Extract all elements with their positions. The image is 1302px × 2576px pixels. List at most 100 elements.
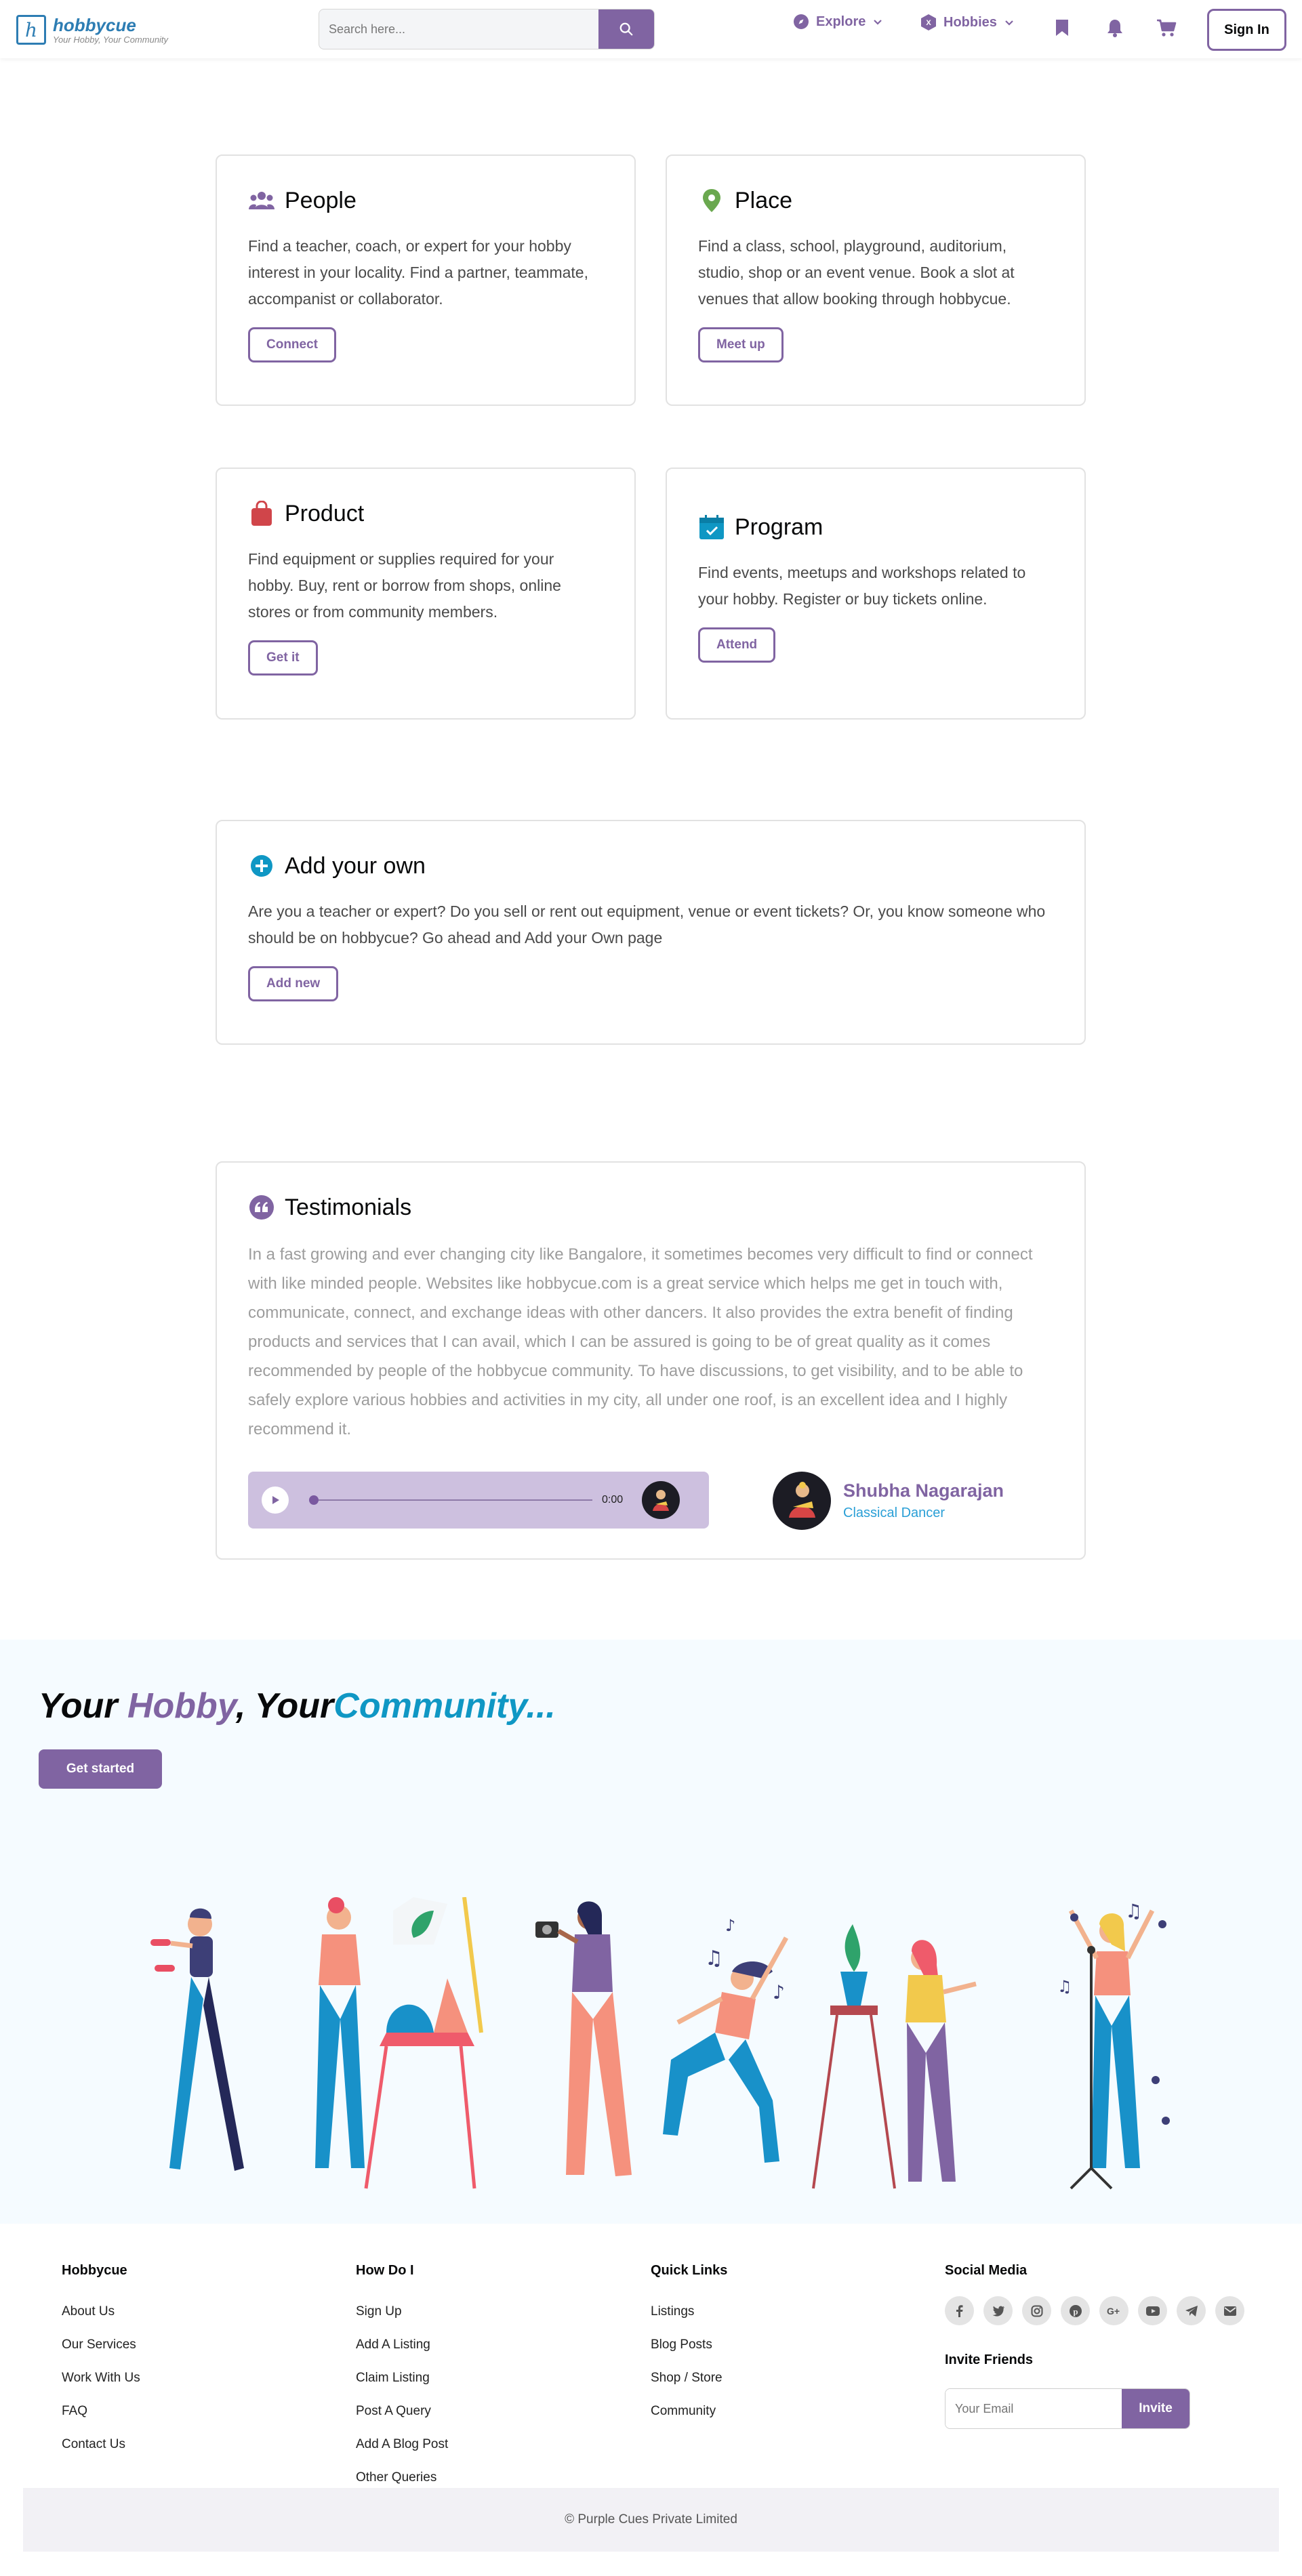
logo-tagline: Your Hobby, Your Community <box>53 34 169 45</box>
invite-heading: Invite Friends <box>945 2352 1034 2367</box>
audio-avatar <box>642 1481 680 1519</box>
footer-link[interactable]: Contact Us <box>62 2437 140 2470</box>
product-title: Product <box>285 500 365 526</box>
footer-heading: Social Media <box>945 2263 1028 2278</box>
svg-text:♫: ♫ <box>705 1947 723 1970</box>
connect-button[interactable]: Connect <box>248 327 336 362</box>
search-icon <box>619 22 633 36</box>
footer-heading: Hobbycue <box>62 2263 127 2278</box>
footer-link[interactable]: Our Services <box>62 2338 140 2371</box>
footer-link[interactable]: Shop / Store <box>651 2371 727 2404</box>
footer-link[interactable]: Add A Blog Post <box>356 2437 448 2470</box>
play-icon <box>272 1496 279 1504</box>
hobbies-illustration: ♫ ♪ ♪ ♫ ♫ <box>150 1897 1170 2190</box>
facebook-icon[interactable] <box>945 2296 974 2325</box>
instagram-icon[interactable] <box>1022 2296 1051 2325</box>
add-circle-icon <box>251 855 272 877</box>
add-your-own-description: Are you a teacher or expert? Do you sell… <box>248 902 1046 947</box>
search-button[interactable] <box>598 9 654 49</box>
hero-section: Your Hobby, YourCommunity... Get started <box>0 1640 1302 2224</box>
top-header: h hobbycue Your Hobby, Your Community Ex… <box>0 0 1302 58</box>
footer-link[interactable]: Community <box>651 2404 727 2437</box>
sign-in-button[interactable]: Sign In <box>1207 9 1286 51</box>
twitter-icon[interactable] <box>983 2296 1013 2325</box>
program-card: Program Find events, meetups and worksho… <box>666 468 1086 720</box>
pinterest-icon[interactable]: p <box>1061 2296 1090 2325</box>
footer-heading: Quick Links <box>651 2263 728 2278</box>
google-plus-icon[interactable]: G+ <box>1099 2296 1128 2325</box>
author-name: Shubha Nagarajan <box>843 1480 1004 1501</box>
footer-link[interactable]: Blog Posts <box>651 2338 727 2371</box>
svg-text:X: X <box>926 19 931 27</box>
hero-sep: , Your <box>235 1686 334 1726</box>
attend-button[interactable]: Attend <box>698 627 776 663</box>
footer-link[interactable]: Sign Up <box>356 2304 448 2338</box>
nav-hobbies[interactable]: X Hobbies <box>920 14 1015 31</box>
play-button[interactable] <box>262 1487 289 1514</box>
author-role: Classical Dancer <box>843 1505 945 1520</box>
social-links: p G+ <box>945 2296 1244 2325</box>
footer-col-hobbycue: Hobbycue About Us Our Services Work With… <box>62 2263 140 2470</box>
svg-text:p: p <box>1073 2306 1078 2317</box>
author-avatar <box>773 1472 831 1530</box>
nav-explore-label: Explore <box>816 14 866 29</box>
get-started-button[interactable]: Get started <box>39 1749 162 1789</box>
gardener-figure <box>812 1924 977 2189</box>
calendar-icon <box>699 515 724 539</box>
footer-link[interactable]: FAQ <box>62 2404 140 2437</box>
svg-text:G+: G+ <box>1107 2306 1120 2317</box>
footer-link[interactable]: Claim Listing <box>356 2371 448 2404</box>
place-description: Find a class, school, playground, audito… <box>698 237 1015 308</box>
bookmark-icon <box>1056 20 1068 36</box>
footer-link[interactable]: Post A Query <box>356 2404 448 2437</box>
invite-button[interactable]: Invite <box>1122 2389 1189 2428</box>
hobbies-icon: X <box>921 14 936 30</box>
invite-email-input[interactable] <box>945 2389 1122 2428</box>
svg-text:♫: ♫ <box>1057 1977 1072 1996</box>
footer-col-quick-links: Quick Links Listings Blog Posts Shop / S… <box>651 2263 727 2437</box>
youtube-icon[interactable] <box>1138 2296 1167 2325</box>
footer-col-social: Social Media p G+ Invite Friends Invite <box>945 2263 1244 2429</box>
location-pin-icon <box>703 189 720 212</box>
hobbycue-logo[interactable]: h hobbycue Your Hobby, Your Community <box>16 15 168 45</box>
hero-hobby: Hobby <box>127 1686 236 1726</box>
fitness-figure <box>150 1908 244 2171</box>
chevron-down-icon <box>1005 20 1013 26</box>
testimonials-card: Testimonials In a fast growing and ever … <box>216 1161 1086 1560</box>
painter-figure <box>315 1897 483 2189</box>
footer-link[interactable]: Add A Listing <box>356 2338 448 2371</box>
program-description: Find events, meetups and workshops relat… <box>698 564 1026 608</box>
search-input[interactable] <box>319 9 598 49</box>
mail-icon[interactable] <box>1215 2296 1244 2325</box>
logo-mark: h <box>16 15 46 45</box>
add-new-button[interactable]: Add new <box>248 966 339 1001</box>
footer-link[interactable]: Listings <box>651 2304 727 2338</box>
bell-icon <box>1107 20 1122 37</box>
svg-text:♪: ♪ <box>773 1981 785 2003</box>
nav-explore[interactable]: Explore <box>793 14 883 30</box>
telegram-icon[interactable] <box>1177 2296 1206 2325</box>
audio-player: 0:00 <box>248 1472 709 1529</box>
compass-icon <box>794 14 809 29</box>
cart-button[interactable] <box>1156 16 1177 39</box>
audio-time: 0:00 <box>602 1494 624 1505</box>
add-your-own-card: Add your own Are you a teacher or expert… <box>216 820 1086 1045</box>
footer-col-how-do-i: How Do I Sign Up Add A Listing Claim Lis… <box>356 2263 448 2504</box>
people-description: Find a teacher, coach, or expert for you… <box>248 237 588 308</box>
copyright-bar: © Purple Cues Private Limited <box>23 2488 1279 2552</box>
get-it-button[interactable]: Get it <box>248 640 318 676</box>
bookmark-button[interactable] <box>1052 16 1072 39</box>
singer-figure: ♫ ♫ <box>1057 1900 1170 2190</box>
shopping-bag-icon <box>251 501 272 526</box>
notifications-button[interactable] <box>1105 16 1125 39</box>
nav-hobbies-label: Hobbies <box>943 14 997 30</box>
search-bar <box>319 9 655 49</box>
hero-community: Community... <box>333 1686 556 1726</box>
footer-link[interactable]: Work With Us <box>62 2371 140 2404</box>
hero-your: Your <box>39 1686 127 1726</box>
footer-link[interactable]: About Us <box>62 2304 140 2338</box>
meet-up-button[interactable]: Meet up <box>698 327 784 362</box>
audio-seek-bar[interactable] <box>309 1495 592 1505</box>
svg-text:♫: ♫ <box>1125 1900 1142 1922</box>
testimonials-title: Testimonials <box>285 1194 412 1220</box>
